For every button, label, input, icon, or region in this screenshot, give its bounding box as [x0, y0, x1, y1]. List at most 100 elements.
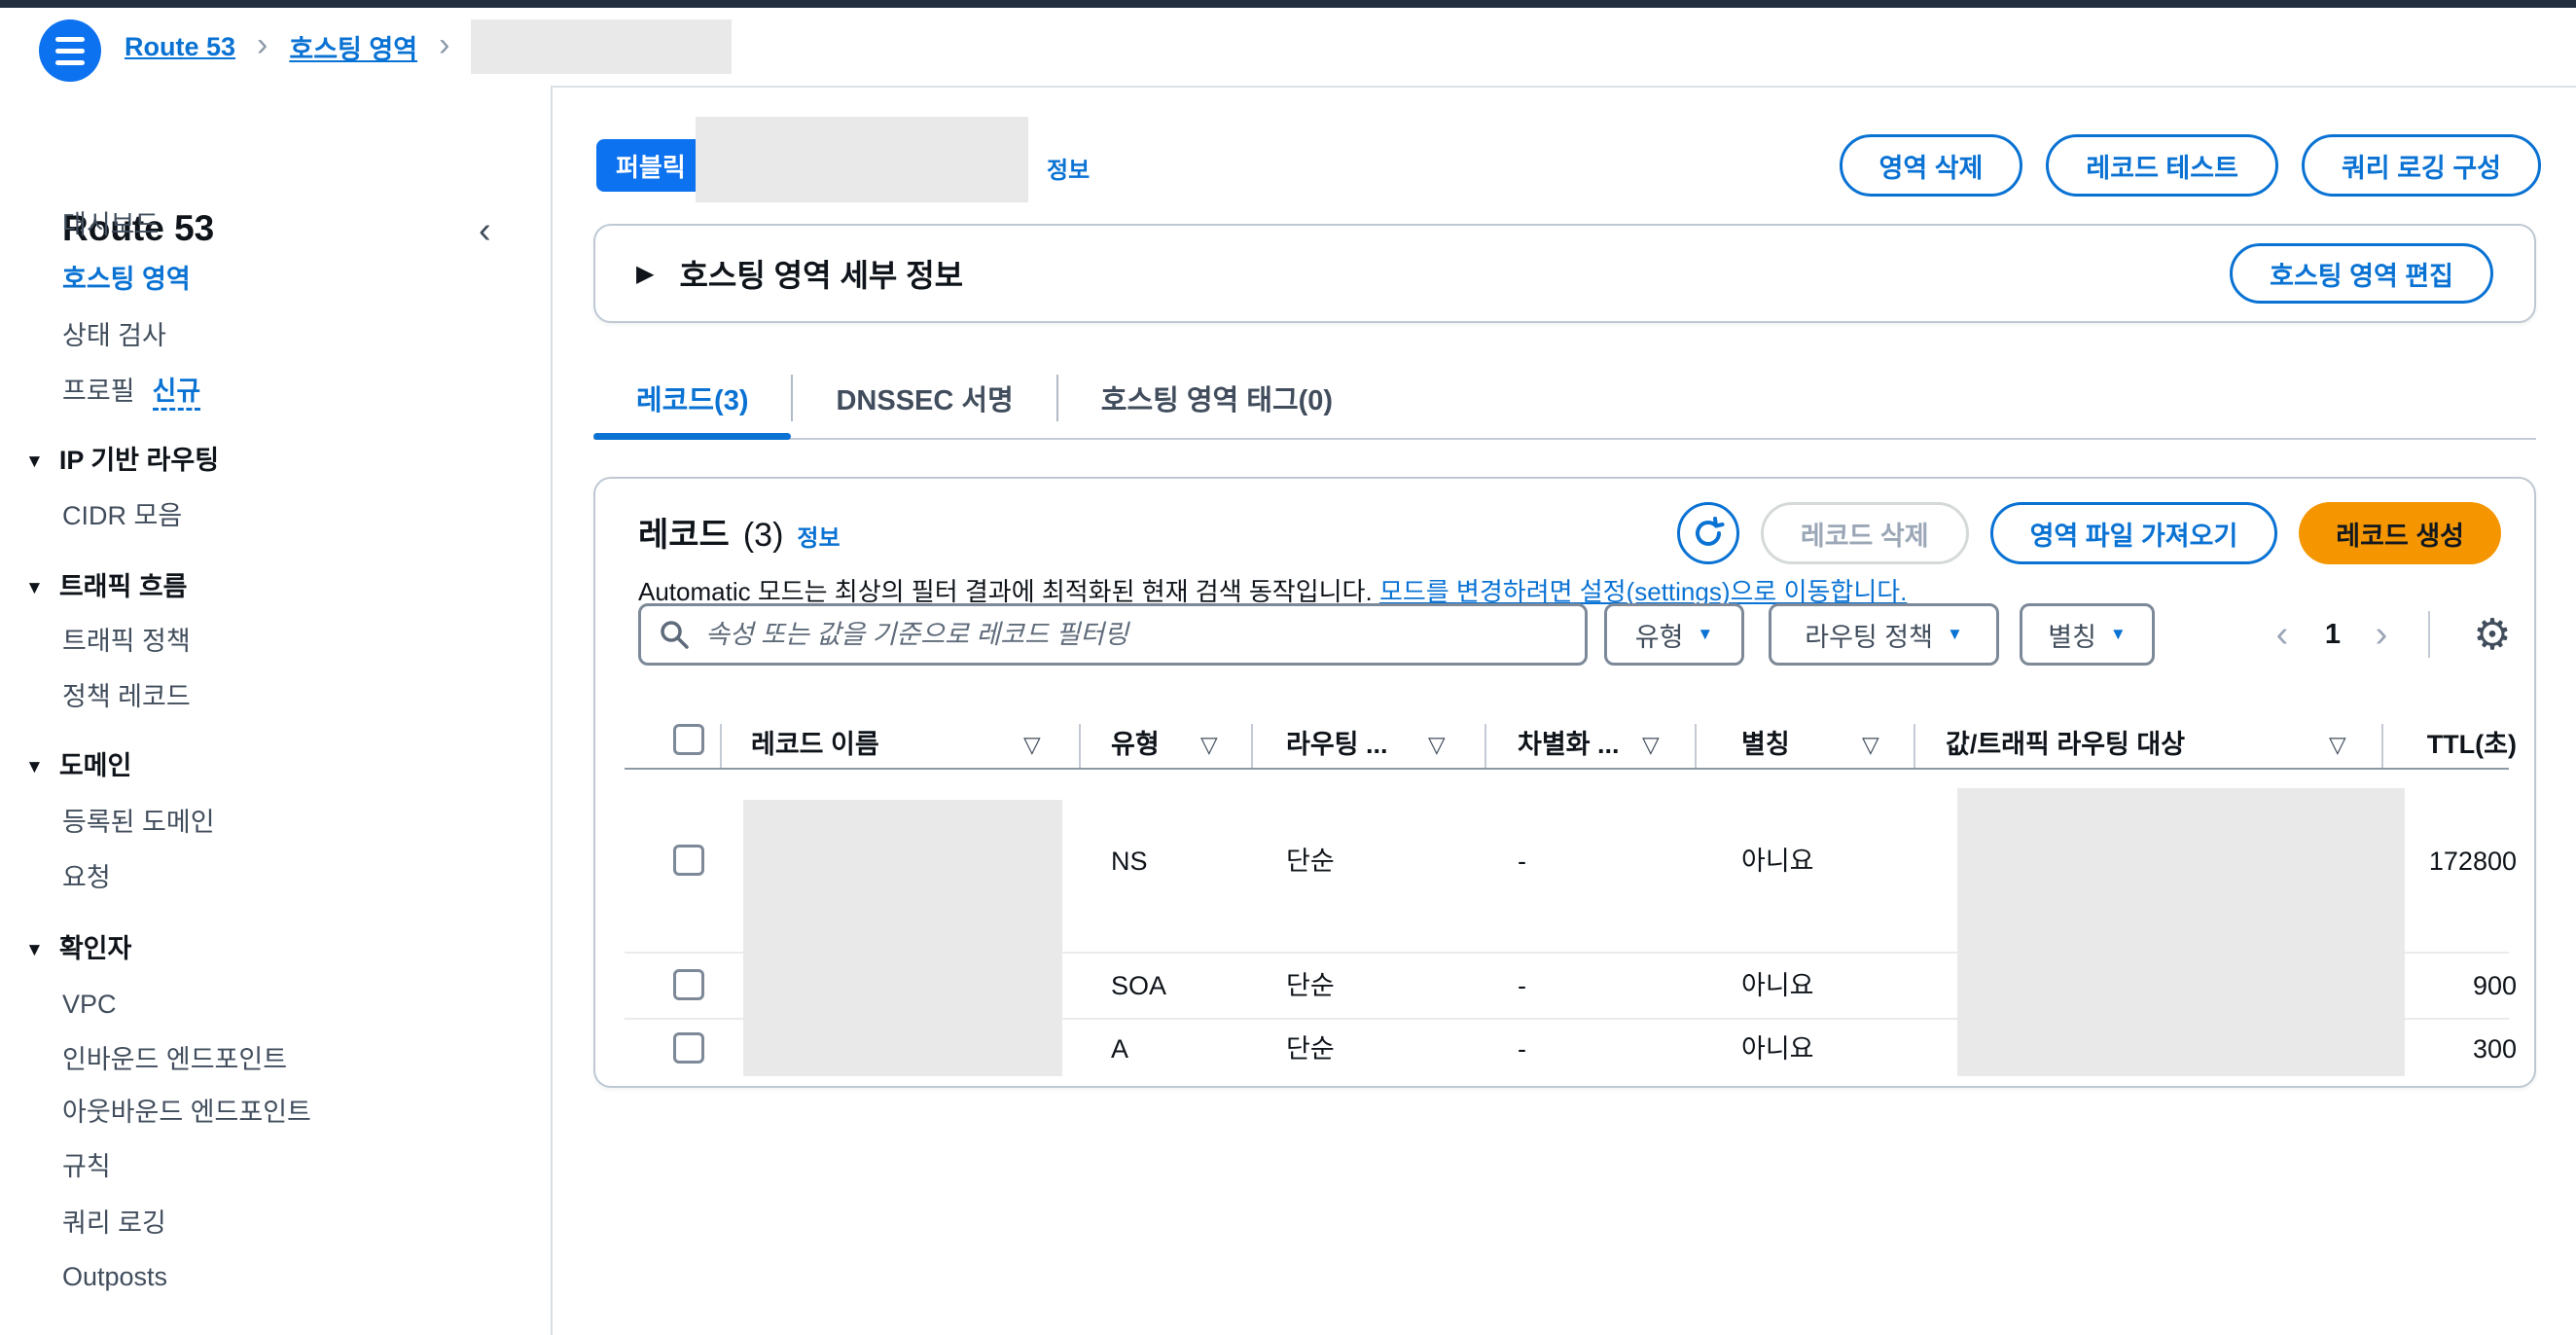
breadcrumb-hosted-zones-link[interactable]: 호스팅 영역	[289, 28, 417, 66]
caret-down-icon: ▼	[25, 451, 44, 472]
record-filter-input[interactable]	[703, 619, 1567, 651]
sort-icon[interactable]: ▽	[1023, 730, 1041, 759]
sidebar-item-policy-records[interactable]: 정책 레코드	[62, 677, 191, 716]
column-header-alias[interactable]: 별칭	[1741, 728, 1790, 761]
sidebar-item-registered-domains[interactable]: 등록된 도메인	[62, 803, 215, 842]
sidebar-section-ip-routing[interactable]: ▼ IP 기반 라우팅	[25, 441, 219, 480]
filter-routing-policy-dropdown[interactable]: 라우팅 정책 ▼	[1769, 603, 1999, 666]
sidebar-item-requests[interactable]: 요청	[62, 858, 111, 897]
filter-alias-dropdown[interactable]: 별칭 ▼	[2020, 603, 2155, 666]
details-panel-title[interactable]: 호스팅 영역 세부 정보	[679, 251, 963, 296]
search-icon	[659, 619, 690, 650]
sidebar-item-vpc[interactable]: VPC	[62, 985, 117, 1024]
zone-name-redacted	[696, 117, 1028, 202]
column-divider	[1485, 724, 1486, 769]
sidebar-section-label: 확인자	[59, 934, 132, 963]
sort-icon[interactable]: ▽	[2329, 730, 2346, 759]
tab-label: 레코드(3)	[636, 378, 748, 418]
column-header-type[interactable]: 유형	[1111, 728, 1160, 761]
records-controls: 레코드 삭제 영역 파일 가져오기 레코드 생성	[1677, 502, 2501, 564]
configure-query-logging-button[interactable]: 쿼리 로깅 구성	[2302, 134, 2541, 197]
chevron-right-icon: ›	[439, 26, 449, 64]
sidebar-item-outbound-endpoints[interactable]: 아웃바운드 엔드포인트	[62, 1093, 311, 1132]
caret-down-icon: ▼	[1697, 625, 1713, 644]
column-divider	[2381, 724, 2383, 769]
sort-icon[interactable]: ▽	[1428, 730, 1446, 759]
filter-type-dropdown[interactable]: 유형 ▼	[1604, 603, 1744, 666]
caret-down-icon: ▼	[2110, 625, 2127, 644]
caret-down-icon: ▼	[1947, 625, 1963, 644]
active-tab-underline	[593, 433, 791, 440]
records-info-link[interactable]: 정보	[797, 519, 840, 553]
routing-policy-cell: 단순	[1286, 1032, 1335, 1065]
test-record-button[interactable]: 레코드 테스트	[2046, 134, 2278, 197]
zone-info-link[interactable]: 정보	[1047, 151, 1090, 185]
sidebar-item-rules[interactable]: 규칙	[62, 1147, 111, 1186]
sort-icon[interactable]: ▽	[1642, 730, 1660, 759]
pagination-page-1[interactable]: 1	[2309, 603, 2356, 666]
settings-mode-link[interactable]: 모드를 변경하려면 설정(settings)으로 이동합니다.	[1379, 577, 1907, 606]
sidebar-item-hosted-zones[interactable]: 호스팅 영역	[62, 260, 191, 299]
toolbar-divider	[2428, 611, 2430, 658]
mode-text: Automatic 모드는 최상의 필터 결과에 최적화된 현재 검색 동작입니…	[638, 577, 1373, 606]
pagination-next-icon[interactable]: ›	[2362, 603, 2401, 666]
sidebar-collapse-icon[interactable]: ‹	[479, 210, 491, 252]
route53-console-screen: Route 53 › 호스팅 영역 › Route 53 ‹ 대시보드 호스팅 …	[0, 0, 2576, 1335]
column-header-differentiator[interactable]: 차별화 ...	[1518, 728, 1620, 761]
sort-icon[interactable]: ▽	[1862, 730, 1879, 759]
sidebar-item-dashboard[interactable]: 대시보드	[62, 205, 159, 244]
tab-zone-tags[interactable]: 호스팅 영역 태그(0)	[1058, 356, 1376, 440]
table-header-divider	[625, 768, 2509, 770]
row-checkbox[interactable]	[673, 1032, 704, 1064]
records-panel: 레코드 (3) 정보 레코드 삭제 영역 파일 가져오기 레코드 생성 Auto…	[593, 477, 2536, 1088]
sidebar-item-query-logging[interactable]: 쿼리 로깅	[62, 1204, 166, 1243]
delete-zone-button[interactable]: 영역 삭제	[1840, 134, 2023, 197]
row-checkbox[interactable]	[673, 845, 704, 876]
expand-triangle-icon[interactable]: ▶	[636, 260, 654, 288]
sidebar-section-label: IP 기반 라우팅	[59, 446, 219, 475]
tab-dnssec[interactable]: DNSSEC 서명	[793, 356, 1055, 440]
settings-gear-icon[interactable]: ⚙	[2463, 603, 2522, 666]
sidebar: Route 53 ‹ 대시보드 호스팅 영역 상태 검사 프로필신규 ▼IP 기…	[0, 86, 553, 1335]
breadcrumb: Route 53 › 호스팅 영역 ›	[125, 8, 732, 86]
sidebar-item-health-checks[interactable]: 상태 검사	[62, 316, 166, 355]
sidebar-item-traffic-policies[interactable]: 트래픽 정책	[62, 622, 191, 661]
sidebar-section-domains[interactable]: ▼도메인	[25, 746, 131, 785]
edit-hosted-zone-button[interactable]: 호스팅 영역 편집	[2230, 243, 2493, 304]
alias-cell: 아니요	[1741, 845, 1814, 878]
breadcrumb-route53-link[interactable]: Route 53	[125, 32, 235, 62]
records-panel-title: 레코드 (3) 정보	[638, 508, 841, 556]
sidebar-item-profiles[interactable]: 프로필신규	[62, 372, 200, 411]
column-header-value[interactable]: 값/트래픽 라우팅 대상	[1946, 728, 2185, 761]
sidebar-section-label: 도메인	[59, 751, 132, 780]
tab-records[interactable]: 레코드(3)	[593, 356, 791, 440]
sidebar-section-resolver[interactable]: ▼확인자	[25, 929, 131, 968]
record-type-cell: A	[1111, 1032, 1128, 1065]
row-checkbox[interactable]	[673, 969, 704, 1000]
browser-top-strip	[0, 0, 2576, 8]
sidebar-section-traffic-flow[interactable]: ▼트래픽 흐름	[25, 567, 188, 606]
column-divider	[1079, 724, 1081, 769]
filter-label: 별칭	[2048, 616, 2096, 654]
create-record-button[interactable]: 레코드 생성	[2299, 502, 2501, 564]
filter-label: 라우팅 정책	[1805, 616, 1933, 654]
sidebar-item-cidr-collections[interactable]: CIDR 모음	[62, 496, 182, 535]
sidebar-item-outposts[interactable]: Outposts	[62, 1257, 167, 1296]
column-header-record-name[interactable]: 레코드 이름	[751, 728, 879, 761]
refresh-button[interactable]	[1677, 502, 1739, 564]
import-zone-file-button[interactable]: 영역 파일 가져오기	[1990, 502, 2278, 564]
column-header-routing-policy[interactable]: 라우팅 ...	[1286, 728, 1388, 761]
sort-icon[interactable]: ▽	[1200, 730, 1218, 759]
select-all-checkbox[interactable]	[673, 724, 704, 755]
caret-down-icon: ▼	[25, 578, 44, 598]
records-title-text: 레코드	[638, 508, 730, 556]
public-zone-badge: 퍼블릭	[596, 139, 705, 192]
record-name-redacted	[743, 800, 1062, 1076]
pagination-prev-icon[interactable]: ‹	[2263, 603, 2302, 666]
delete-record-button[interactable]: 레코드 삭제	[1761, 502, 1969, 564]
filter-label: 유형	[1635, 616, 1684, 654]
new-badge[interactable]: 신규	[153, 377, 201, 411]
sidebar-item-inbound-endpoints[interactable]: 인바운드 엔드포인트	[62, 1040, 287, 1079]
column-divider	[1695, 724, 1697, 769]
hamburger-menu-icon[interactable]	[39, 19, 101, 82]
